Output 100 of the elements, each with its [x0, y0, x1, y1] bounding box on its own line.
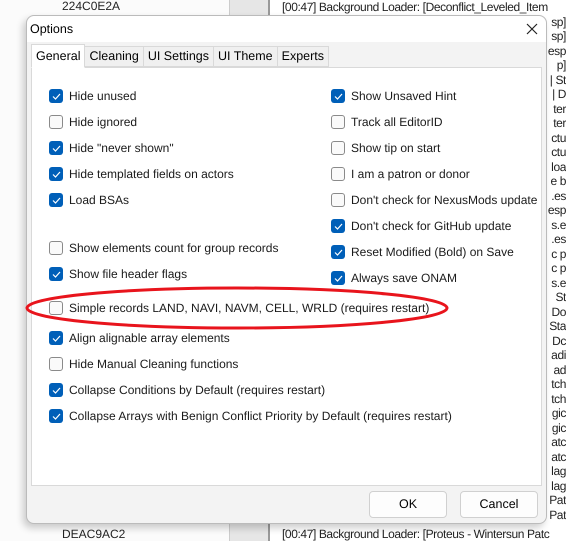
option-label: Align alignable array elements [69, 330, 230, 347]
option-label: Load BSAs [69, 192, 130, 209]
checkbox[interactable] [49, 193, 63, 207]
log-line: Sta [549, 319, 566, 334]
option-label: Reset Modified (Bold) on Save [351, 244, 514, 261]
log-line: [00:47] Background Loader: [Deconflict_Leveled_Item [282, 0, 549, 14]
log-line: gic [552, 420, 566, 435]
option-label: I am a patron or donor [351, 166, 470, 183]
log-line: ter [553, 116, 566, 130]
log-line: ter [553, 102, 566, 116]
check-icon [52, 196, 60, 204]
option-checkbox[interactable]: Hide "never shown" [49, 135, 331, 161]
check-icon [52, 144, 60, 152]
option-checkbox[interactable]: Hide Manual Cleaning functions [49, 351, 541, 377]
tab[interactable]: Experts [278, 46, 330, 67]
window-title: Options [30, 20, 74, 38]
tab[interactable]: UI Theme [214, 46, 278, 67]
checkbox[interactable] [49, 141, 63, 155]
checkbox[interactable] [49, 357, 63, 371]
close-icon[interactable] [526, 23, 538, 35]
log-line: ad [553, 362, 566, 377]
checkbox[interactable] [331, 167, 345, 181]
log-line: e b [550, 174, 566, 188]
log-line: | St [550, 72, 566, 87]
log-line: Dc [552, 334, 566, 348]
checkbox[interactable] [49, 383, 63, 397]
option-label: Hide "never shown" [69, 140, 174, 157]
option-label: Hide unused [69, 88, 136, 105]
log-line: ctu [551, 130, 566, 145]
option-checkbox[interactable]: Don't check for NexusMods update [331, 187, 541, 213]
option-checkbox[interactable]: Collapse Conditions by Default (requires restart) [49, 377, 541, 403]
check-icon [334, 92, 342, 100]
list-value: 224C0E2A [62, 0, 122, 13]
checkbox[interactable] [49, 331, 63, 345]
option-checkbox[interactable]: Reset Modified (Bold) on Save [331, 239, 541, 265]
log-line: s.e [551, 276, 566, 290]
option-checkbox[interactable]: Always save ONAM [331, 265, 541, 291]
option-checkbox[interactable]: Collapse Arrays with Benign Conflict Priority by Default (requires restart) [49, 403, 541, 429]
checkbox[interactable] [49, 409, 63, 423]
option-checkbox[interactable]: Don't check for GitHub update [331, 213, 541, 239]
checkbox[interactable] [331, 115, 345, 129]
dialog-button[interactable]: Cancel [460, 491, 538, 518]
log-line: loa [551, 160, 566, 174]
option-label: Hide Manual Cleaning functions [69, 356, 238, 373]
checkbox[interactable] [331, 89, 345, 103]
log-line: c p [551, 261, 566, 276]
checkbox[interactable] [331, 193, 345, 207]
log-line: s.e [551, 218, 566, 232]
option-checkbox[interactable]: Hide templated fields on actors [49, 161, 331, 187]
tab[interactable]: Cleaning [85, 46, 144, 67]
tab[interactable]: General [31, 44, 86, 68]
log-line: lag [551, 478, 566, 493]
log-line: atc [551, 435, 566, 450]
check-icon [52, 412, 60, 420]
option-checkbox[interactable]: Load BSAs [49, 187, 331, 213]
option-label: Collapse Arrays with Benign Conflict Priority by Default (requires restart) [69, 408, 452, 425]
log-line: [00:47] Background Loader: [Proteus - Wintersun Patc [282, 526, 550, 541]
log-line: Pat [549, 493, 566, 508]
checkbox[interactable] [331, 141, 345, 155]
checkbox[interactable] [49, 167, 63, 181]
check-icon [52, 386, 60, 394]
check-icon [52, 92, 60, 100]
option-checkbox[interactable]: Show file header flags [49, 261, 331, 287]
checkbox[interactable] [331, 219, 345, 233]
option-checkbox[interactable]: Hide ignored [49, 109, 331, 135]
checkbox[interactable] [331, 245, 345, 259]
option-label: Always save ONAM [351, 270, 458, 287]
option-checkbox[interactable]: Show Unsaved Hint [331, 83, 541, 109]
option-checkbox[interactable]: Track all EditorID [331, 109, 541, 135]
option-checkbox[interactable]: Show tip on start [331, 135, 541, 161]
option-label: Show Unsaved Hint [351, 88, 456, 105]
checkbox[interactable] [49, 267, 63, 281]
checkbox[interactable] [49, 241, 63, 255]
log-line: p] [556, 58, 566, 72]
dialog-button[interactable]: OK [369, 491, 447, 518]
log-line: .es [551, 188, 566, 203]
log-line: adi [551, 348, 566, 362]
option-label: Show file header flags [69, 266, 188, 283]
check-icon [334, 222, 342, 230]
log-line: sp] [551, 14, 566, 29]
option-checkbox[interactable]: I am a patron or donor [331, 161, 541, 187]
checkbox[interactable] [331, 271, 345, 285]
option-label: Collapse Conditions by Default (requires restart) [69, 382, 326, 399]
option-checkbox[interactable]: Show elements count for group records [49, 235, 331, 261]
tab[interactable]: UI Settings [144, 46, 214, 67]
checkbox[interactable] [49, 89, 63, 103]
option-label: Don't check for NexusMods update [351, 192, 538, 209]
log-line: Do [551, 304, 566, 319]
log-line: atc [551, 450, 566, 464]
option-label: Don't check for GitHub update [351, 218, 512, 235]
option-checkbox[interactable]: Align alignable array elements [49, 325, 541, 351]
checkbox[interactable] [49, 301, 63, 315]
log-line: c p [551, 246, 566, 261]
log-line: | D [552, 87, 566, 102]
log-line: .es [551, 232, 566, 246]
log-line: ctu [551, 145, 566, 160]
checkbox[interactable] [49, 115, 63, 129]
log-line: sp] [551, 29, 566, 44]
option-label: Hide templated fields on actors [69, 166, 234, 183]
option-checkbox[interactable]: Hide unused [49, 83, 331, 109]
